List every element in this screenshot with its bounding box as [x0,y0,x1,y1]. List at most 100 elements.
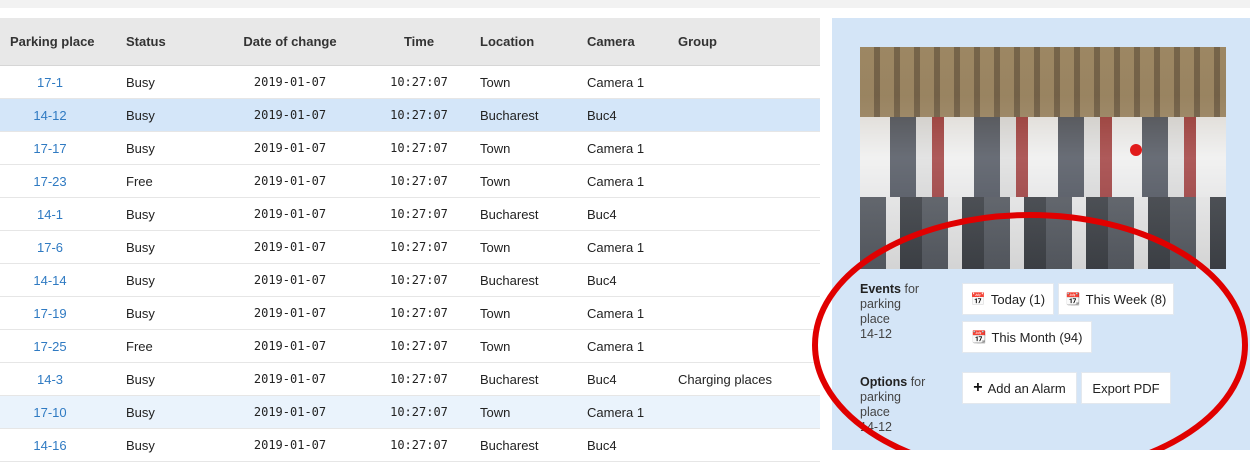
cell-time: 10:27:07 [390,75,448,89]
cell-location: Town [480,173,511,189]
cell-parking-place[interactable]: 17-23 [0,174,100,189]
table-row[interactable]: 14-1 Busy 2019-01-07 10:27:07 Bucharest Buc4 [0,198,820,231]
header-time[interactable]: Time [380,34,458,49]
cell-parking-place[interactable]: 14-16 [0,438,100,453]
cell-parking-place[interactable]: 17-17 [0,141,100,156]
header-status[interactable]: Status [100,34,200,49]
cell-camera: Camera 1 [587,239,645,255]
cell-date: 2019-01-07 [253,75,327,89]
cell-camera: Camera 1 [587,173,645,189]
export-pdf-button[interactable]: Export PDF [1081,372,1171,404]
options-line2: parking [860,390,901,404]
options-title: Options [860,375,908,389]
table-row[interactable]: 17-6 Busy 2019-01-07 10:27:07 Town Camera 1 [0,231,820,264]
cell-camera: Camera 1 [587,74,645,90]
cell-parking-place[interactable]: 14-1 [0,207,100,222]
cell-camera: Camera 1 [587,305,645,321]
parked-cars-front [860,197,1226,269]
cell-location: Bucharest [480,371,539,387]
today-button[interactable]: 📅 Today (1) [962,283,1054,315]
add-alarm-label: Add an Alarm [987,380,1066,396]
cell-parking-place[interactable]: 17-25 [0,339,100,354]
cell-date: 2019-01-07 [253,141,327,155]
cell-date: 2019-01-07 [253,207,327,221]
this-month-button[interactable]: 📆 This Month (94) [962,321,1092,353]
cell-status: Free [126,338,153,354]
cell-location: Town [480,404,511,420]
cell-date: 2019-01-07 [253,108,327,122]
cell-parking-place[interactable]: 14-12 [0,108,100,123]
table-row[interactable]: 14-12 Busy 2019-01-07 10:27:07 Bucharest Buc4 [0,99,820,132]
cell-time: 10:27:07 [390,372,448,386]
table-row[interactable]: 17-17 Busy 2019-01-07 10:27:07 Town Camera 1 [0,132,820,165]
cell-parking-place[interactable]: 17-1 [0,75,100,90]
cell-camera: Camera 1 [587,404,645,420]
parking-spot-marker [1130,144,1142,156]
cell-location: Town [480,305,511,321]
parking-table: Parking place Status Date of change Time… [0,18,820,462]
cell-time: 10:27:07 [390,273,448,287]
cell-parking-place[interactable]: 17-10 [0,405,100,420]
calendar-icon: 📅 [970,292,986,306]
cell-status: Busy [126,140,155,156]
plus-icon: + [973,379,983,396]
cell-location: Bucharest [480,206,539,222]
cell-location: Town [480,239,511,255]
add-alarm-button[interactable]: + Add an Alarm [962,372,1077,404]
events-for: for [901,282,920,296]
export-pdf-label: Export PDF [1092,380,1160,396]
cell-parking-place[interactable]: 17-19 [0,306,100,321]
calendar-month-icon: 📆 [971,330,987,344]
cell-location: Bucharest [480,272,539,288]
header-date-of-change[interactable]: Date of change [200,34,380,49]
options-place-id: 14-12 [860,420,892,434]
cell-status: Busy [126,305,155,321]
header-camera[interactable]: Camera [565,34,668,49]
this-week-label: This Week (8) [1085,291,1167,307]
cell-time: 10:27:07 [390,306,448,320]
events-line3: place [860,312,890,326]
cell-time: 10:27:07 [390,207,448,221]
events-title: Events [860,282,901,296]
header-parking-place[interactable]: Parking place [0,34,100,49]
events-label: Events for parking place 14-12 [860,282,940,342]
events-line2: parking [860,297,901,311]
cell-time: 10:27:07 [390,339,448,353]
top-bar [0,0,1250,8]
table-row[interactable]: 17-23 Free 2019-01-07 10:27:07 Town Camera 1 [0,165,820,198]
cell-time: 10:27:07 [390,108,448,122]
table-row[interactable]: 17-25 Free 2019-01-07 10:27:07 Town Camera 1 [0,330,820,363]
options-for: for [907,375,926,389]
cell-status: Busy [126,74,155,90]
cell-parking-place[interactable]: 14-3 [0,372,100,387]
calendar-week-icon: 📆 [1065,292,1081,306]
table-row[interactable]: 17-19 Busy 2019-01-07 10:27:07 Town Camera 1 [0,297,820,330]
cell-time: 10:27:07 [390,240,448,254]
cell-location: Town [480,74,511,90]
header-location[interactable]: Location [458,34,565,49]
table-row[interactable]: 17-10 Busy 2019-01-07 10:27:07 Town Camera 1 [0,396,820,429]
table-header: Parking place Status Date of change Time… [0,18,820,66]
cell-camera: Buc4 [587,272,617,288]
table-row[interactable]: 17-1 Busy 2019-01-07 10:27:07 Town Camera 1 [0,66,820,99]
cell-status: Busy [126,437,155,453]
table-body: 17-1 Busy 2019-01-07 10:27:07 Town Camera 1 14… [0,66,820,462]
cell-location: Bucharest [480,107,539,123]
parked-cars-row [860,117,1226,197]
cell-parking-place[interactable]: 17-6 [0,240,100,255]
header-group[interactable]: Group [668,34,818,49]
today-label: Today (1) [990,291,1046,307]
cell-status: Busy [126,371,155,387]
table-row[interactable]: 14-3 Busy 2019-01-07 10:27:07 Bucharest Buc4 C… [0,363,820,396]
table-row[interactable]: 14-14 Busy 2019-01-07 10:27:07 Bucharest Buc4 [0,264,820,297]
this-week-button[interactable]: 📆 This Week (8) [1058,283,1174,315]
cell-status: Busy [126,404,155,420]
options-line3: place [860,405,890,419]
table-row[interactable]: 14-16 Busy 2019-01-07 10:27:07 Bucharest Buc4 [0,429,820,462]
cell-location: Town [480,140,511,156]
building-facade [860,47,1226,117]
cell-camera: Camera 1 [587,140,645,156]
cell-status: Busy [126,239,155,255]
this-month-label: This Month (94) [991,329,1083,345]
cell-parking-place[interactable]: 14-14 [0,273,100,288]
